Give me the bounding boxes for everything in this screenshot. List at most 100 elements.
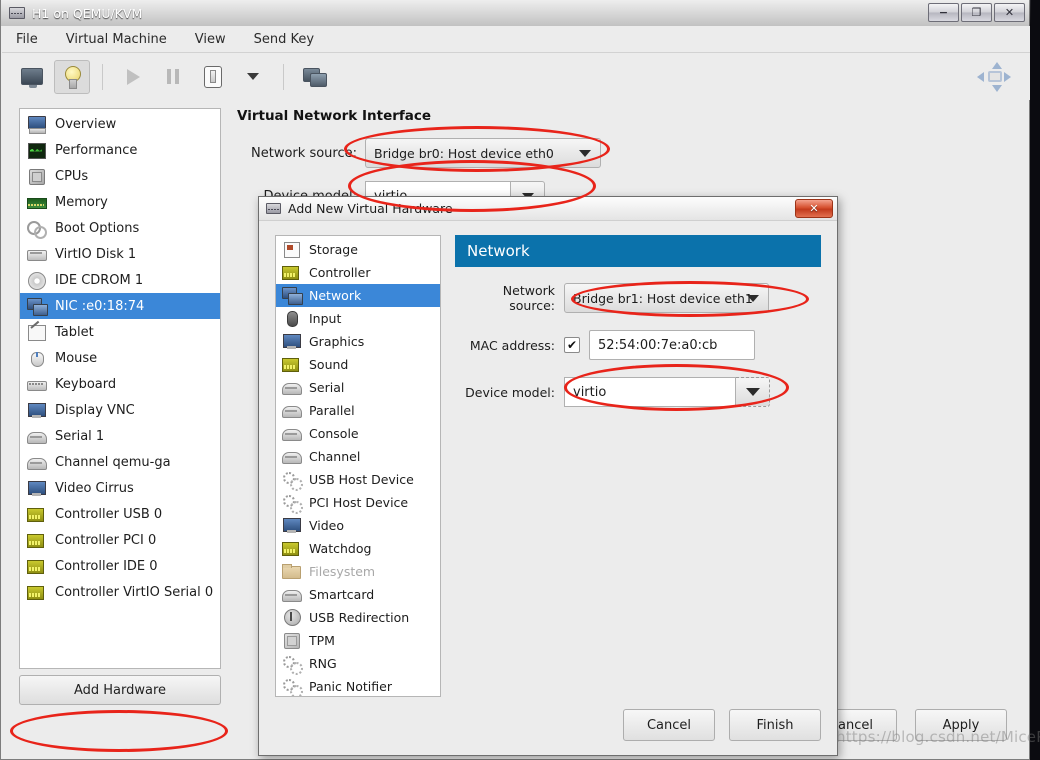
usb-icon bbox=[282, 609, 301, 626]
add-new-virtual-hardware-dialog: Add New Virtual Hardware ✕ Storage Contr… bbox=[258, 196, 838, 756]
dialog-device-model-value: virtio bbox=[573, 384, 607, 400]
power-icon bbox=[204, 65, 222, 88]
sidebar-item-ide-cdrom-1[interactable]: IDE CDROM 1 bbox=[20, 267, 220, 293]
menu-virtual-machine[interactable]: Virtual Machine bbox=[62, 30, 171, 49]
mac-address-input[interactable]: 52:54:00:7e:a0:cb bbox=[589, 330, 755, 360]
folder-icon bbox=[282, 563, 301, 580]
mac-address-checkbox[interactable]: ✔ bbox=[564, 337, 580, 353]
hwtype-label: Smartcard bbox=[309, 587, 375, 602]
hwtype-label: TPM bbox=[309, 633, 335, 648]
sidebar-item-serial-1[interactable]: Serial 1 bbox=[20, 423, 220, 449]
sidebar-item-label: Tablet bbox=[55, 324, 94, 340]
minimize-button[interactable]: − bbox=[928, 3, 959, 22]
sidebar-item-label: Channel qemu-ga bbox=[55, 454, 171, 470]
sidebar-item-boot-options[interactable]: Boot Options bbox=[20, 215, 220, 241]
hwtype-item-smartcard[interactable]: Smartcard bbox=[276, 583, 440, 606]
computer-icon bbox=[27, 115, 46, 134]
sidebar-item-controller-ide-0[interactable]: Controller IDE 0 bbox=[20, 553, 220, 579]
hwtype-label: Panic Notifier bbox=[309, 679, 392, 694]
gears-icon bbox=[27, 220, 47, 239]
hwtype-item-rng[interactable]: RNG bbox=[276, 652, 440, 675]
sidebar-item-memory[interactable]: Memory bbox=[20, 189, 220, 215]
shutdown-button[interactable] bbox=[195, 60, 231, 94]
dialog-cancel-button[interactable]: Cancel bbox=[623, 709, 715, 741]
hwtype-item-network[interactable]: Network bbox=[276, 284, 440, 307]
menu-file[interactable]: File bbox=[12, 30, 42, 49]
dialog-network-source-value: Bridge br1: Host device eth1 bbox=[573, 290, 753, 306]
add-hardware-button[interactable]: Add Hardware bbox=[19, 675, 221, 705]
chevron-down-icon bbox=[747, 295, 759, 302]
shutdown-menu-button[interactable] bbox=[235, 60, 271, 94]
dialog-body: Storage Controller Network Input Graphic… bbox=[259, 221, 837, 755]
sidebar-item-controller-usb-0[interactable]: Controller USB 0 bbox=[20, 501, 220, 527]
fullscreen-icon[interactable] bbox=[977, 62, 1011, 92]
hwtype-label: Filesystem bbox=[309, 564, 376, 579]
pause-button[interactable] bbox=[155, 60, 191, 94]
controller-card-icon bbox=[282, 540, 301, 557]
dialog-finish-button[interactable]: Finish bbox=[729, 709, 821, 741]
close-button[interactable]: ✕ bbox=[994, 3, 1025, 22]
sidebar-item-controller-virtio-serial-0[interactable]: Controller VirtIO Serial 0 bbox=[20, 579, 220, 605]
hwtype-label: Console bbox=[309, 426, 359, 441]
dialog-device-model-input[interactable]: virtio bbox=[564, 377, 736, 407]
dialog-network-source-combo[interactable]: Bridge br1: Host device eth1 bbox=[564, 283, 769, 313]
hwtype-item-parallel[interactable]: Parallel bbox=[276, 399, 440, 422]
sidebar-item-label: VirtIO Disk 1 bbox=[55, 246, 137, 262]
sidebar-item-controller-pci-0[interactable]: Controller PCI 0 bbox=[20, 527, 220, 553]
hwtype-item-sound[interactable]: Sound bbox=[276, 353, 440, 376]
main-network-source-combo[interactable]: Bridge br0: Host device eth0 bbox=[365, 138, 601, 168]
run-button[interactable] bbox=[115, 60, 151, 94]
hardware-type-list[interactable]: Storage Controller Network Input Graphic… bbox=[275, 235, 441, 697]
toolbar-separator-1 bbox=[102, 63, 103, 90]
snapshots-button[interactable] bbox=[296, 60, 332, 94]
hwtype-item-serial[interactable]: Serial bbox=[276, 376, 440, 399]
sidebar-item-tablet[interactable]: Tablet bbox=[20, 319, 220, 345]
lightbulb-icon bbox=[65, 65, 81, 89]
sidebar-item-nic[interactable]: NIC :e0:18:74 bbox=[20, 293, 220, 319]
hwtype-item-video[interactable]: Video bbox=[276, 514, 440, 537]
dialog-device-model-dropdown-button[interactable] bbox=[736, 377, 770, 407]
hwtype-label: USB Host Device bbox=[309, 472, 414, 487]
hwtype-item-usb-redirection[interactable]: USB Redirection bbox=[276, 606, 440, 629]
sidebar-item-label: Controller PCI 0 bbox=[55, 532, 157, 548]
hwtype-item-console[interactable]: Console bbox=[276, 422, 440, 445]
details-view-button[interactable] bbox=[54, 59, 90, 94]
dialog-close-button[interactable]: ✕ bbox=[795, 199, 833, 218]
serial-port-icon bbox=[27, 454, 47, 471]
dialog-mac-address-row: MAC address: ✔ 52:54:00:7e:a0:cb bbox=[455, 330, 821, 360]
hwtype-item-usb-host-device[interactable]: USB Host Device bbox=[276, 468, 440, 491]
sidebar-item-cpus[interactable]: CPUs bbox=[20, 163, 220, 189]
hwtype-item-watchdog[interactable]: Watchdog bbox=[276, 537, 440, 560]
hwtype-item-pci-host-device[interactable]: PCI Host Device bbox=[276, 491, 440, 514]
sidebar-item-label: Display VNC bbox=[55, 402, 135, 418]
hwtype-item-graphics[interactable]: Graphics bbox=[276, 330, 440, 353]
menu-view[interactable]: View bbox=[191, 30, 230, 49]
sidebar-item-performance[interactable]: Performance bbox=[20, 137, 220, 163]
hwtype-item-input[interactable]: Input bbox=[276, 307, 440, 330]
sidebar-item-keyboard[interactable]: Keyboard bbox=[20, 371, 220, 397]
hwtype-item-panic-notifier[interactable]: Panic Notifier bbox=[276, 675, 440, 696]
sidebar-item-display-vnc[interactable]: Display VNC bbox=[20, 397, 220, 423]
sidebar-item-label: Memory bbox=[55, 194, 108, 210]
menu-send-key[interactable]: Send Key bbox=[250, 30, 318, 49]
console-view-button[interactable] bbox=[14, 60, 50, 94]
sidebar-item-label: Overview bbox=[55, 116, 117, 132]
hwtype-item-channel[interactable]: Channel bbox=[276, 445, 440, 468]
hwtype-item-storage[interactable]: Storage bbox=[276, 238, 440, 261]
sidebar-item-virtio-disk-1[interactable]: VirtIO Disk 1 bbox=[20, 241, 220, 267]
hwtype-item-tpm[interactable]: TPM bbox=[276, 629, 440, 652]
hwtype-item-controller[interactable]: Controller bbox=[276, 261, 440, 284]
sidebar-item-overview[interactable]: Overview bbox=[20, 111, 220, 137]
main-network-source-row: Network source: Bridge br0: Host device … bbox=[237, 138, 1017, 168]
hwtype-label: Controller bbox=[309, 265, 371, 280]
hwtype-label: Channel bbox=[309, 449, 361, 464]
sidebar-item-mouse[interactable]: Mouse bbox=[20, 345, 220, 371]
sidebar-item-channel-qemu-ga[interactable]: Channel qemu-ga bbox=[20, 449, 220, 475]
sidebar-item-label: IDE CDROM 1 bbox=[55, 272, 144, 288]
maximize-button[interactable]: ❐ bbox=[961, 3, 992, 22]
hwtype-label: Parallel bbox=[309, 403, 355, 418]
hwtype-label: Storage bbox=[309, 242, 358, 257]
main-network-source-value: Bridge br0: Host device eth0 bbox=[374, 145, 554, 161]
sidebar-item-video-cirrus[interactable]: Video Cirrus bbox=[20, 475, 220, 501]
hardware-list[interactable]: Overview Performance CPUs Memory Boot Op… bbox=[19, 108, 221, 669]
